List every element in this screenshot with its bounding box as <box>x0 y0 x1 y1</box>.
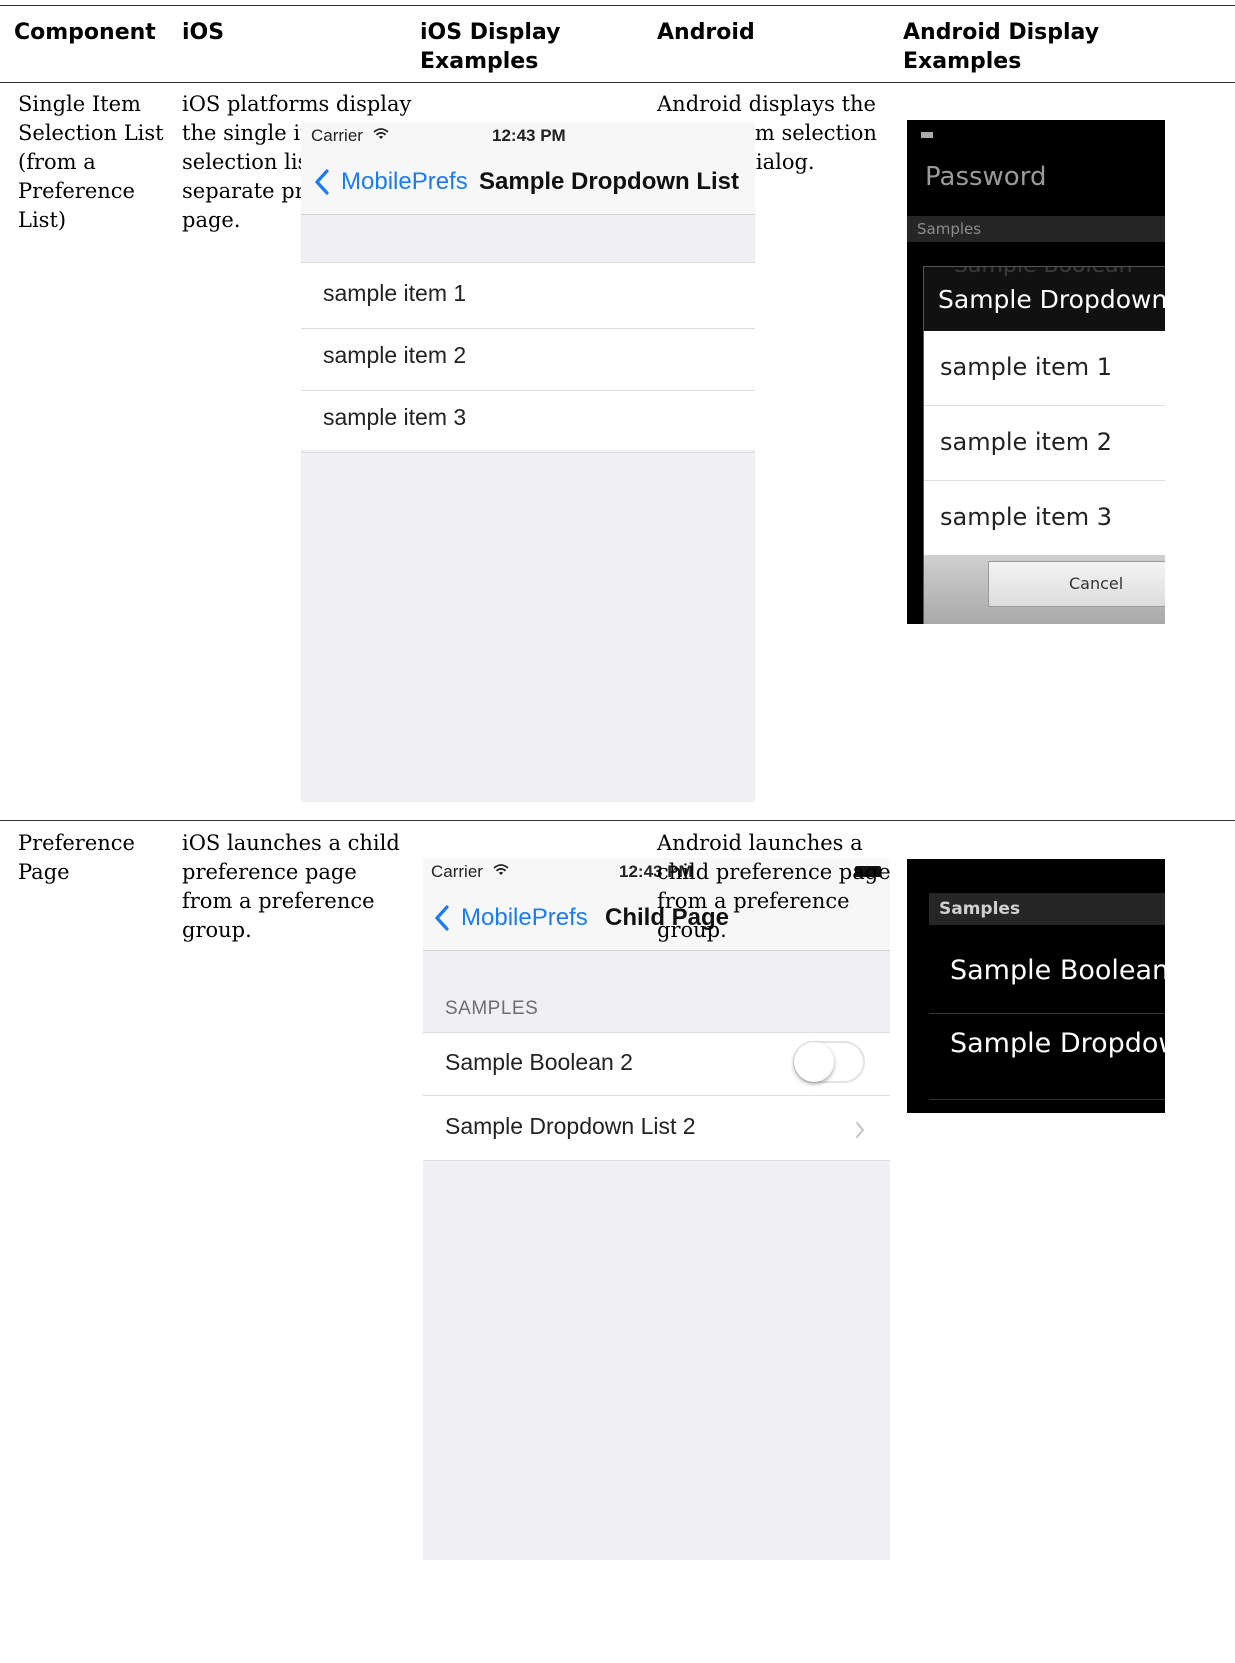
back-chevron-icon[interactable] <box>434 905 450 931</box>
android-dropdown-screenshot: Password Samples Sample Boolean Sample D… <box>907 120 1165 624</box>
header-android-display-examples: Android Display Examples <box>903 20 1100 74</box>
android-section-label: Samples <box>939 899 1021 919</box>
android-section-bar: Samples <box>907 216 1165 242</box>
ios-child-page-screenshot: Carrier 12:43 PM MobilePrefs Child Page … <box>423 858 890 1560</box>
ios-dropdown-screenshot: Carrier 12:43 PM MobilePrefs Sample Drop… <box>301 122 755 802</box>
wifi-icon <box>493 864 509 875</box>
behind-preference-text: Sample Boolean <box>954 267 1133 278</box>
dialog-title: Sample Dropdown List <box>938 285 1165 314</box>
ios-nav-bar: Carrier 12:43 PM MobilePrefs Sample Drop… <box>301 122 755 215</box>
dialog-button-bar: Cancel <box>924 555 1165 624</box>
header-bottom-rule <box>0 82 1235 83</box>
android-dialog: Sample Boolean Sample Dropdown List samp… <box>923 266 1165 624</box>
status-time: 12:43 PM <box>492 126 566 145</box>
carrier-label: Carrier <box>311 126 363 145</box>
disclosure-chevron-icon <box>856 1122 864 1138</box>
list-item[interactable]: sample item 1 <box>301 263 755 329</box>
cancel-button[interactable]: Cancel <box>988 561 1165 607</box>
list-item[interactable]: sample item 2 <box>924 406 1165 481</box>
status-icon <box>921 132 933 138</box>
boolean-preference-row[interactable]: Sample Boolean 2 <box>423 1033 890 1096</box>
back-button[interactable]: MobilePrefs <box>341 168 468 196</box>
android-header-password: Password <box>925 162 1047 192</box>
header-component: Component <box>14 20 156 45</box>
list-item[interactable]: Sample Dropdown List <box>929 1014 1165 1100</box>
preference-list: Sample Boolean 2 Sample Dropdown List 2 <box>423 1032 890 1161</box>
list-item[interactable]: sample item 3 <box>924 481 1165 555</box>
list-item[interactable]: sample item 3 <box>301 387 755 453</box>
list-item[interactable]: sample item 2 <box>301 325 755 391</box>
back-button[interactable]: MobilePrefs <box>461 904 588 932</box>
row-divider <box>0 820 1235 821</box>
header-ios-display-examples: iOS Display Examples <box>420 20 561 74</box>
wifi-icon <box>373 128 389 139</box>
row2-component: Preference Page <box>18 831 135 884</box>
toggle-switch[interactable] <box>793 1041 865 1083</box>
row2-android-description: Android launches a child preference page… <box>657 831 891 942</box>
dropdown-option-list: sample item 1 sample item 2 sample item … <box>301 262 755 453</box>
nav-title: Sample Dropdown List <box>479 168 740 195</box>
row1-component: Single Item Selection List (from a Prefe… <box>18 92 164 232</box>
dropdown-preference-row[interactable]: Sample Dropdown List 2 <box>423 1097 890 1161</box>
boolean-preference-label: Sample Boolean 2 <box>445 1049 633 1075</box>
row2-ios-description: iOS launches a child preference page fro… <box>182 831 400 942</box>
android-section-bar: Samples <box>929 893 1165 925</box>
header-ios: iOS <box>182 20 225 45</box>
carrier-label: Carrier <box>431 862 483 881</box>
list-item[interactable]: Sample Boolean <box>929 939 1165 1014</box>
android-child-page-screenshot: Samples Sample Boolean Sample Dropdown L… <box>907 859 1165 1113</box>
dialog-title-bar: Sample Boolean Sample Dropdown List <box>924 267 1165 331</box>
list-item[interactable]: sample item 1 <box>924 331 1165 406</box>
table-top-rule <box>0 5 1235 6</box>
header-android: Android <box>657 20 755 45</box>
toggle-knob <box>794 1042 834 1082</box>
android-section-label: Samples <box>917 220 982 238</box>
back-chevron-icon[interactable] <box>314 169 330 195</box>
section-header: SAMPLES <box>445 998 539 1019</box>
dropdown-preference-label: Sample Dropdown List 2 <box>445 1113 696 1139</box>
